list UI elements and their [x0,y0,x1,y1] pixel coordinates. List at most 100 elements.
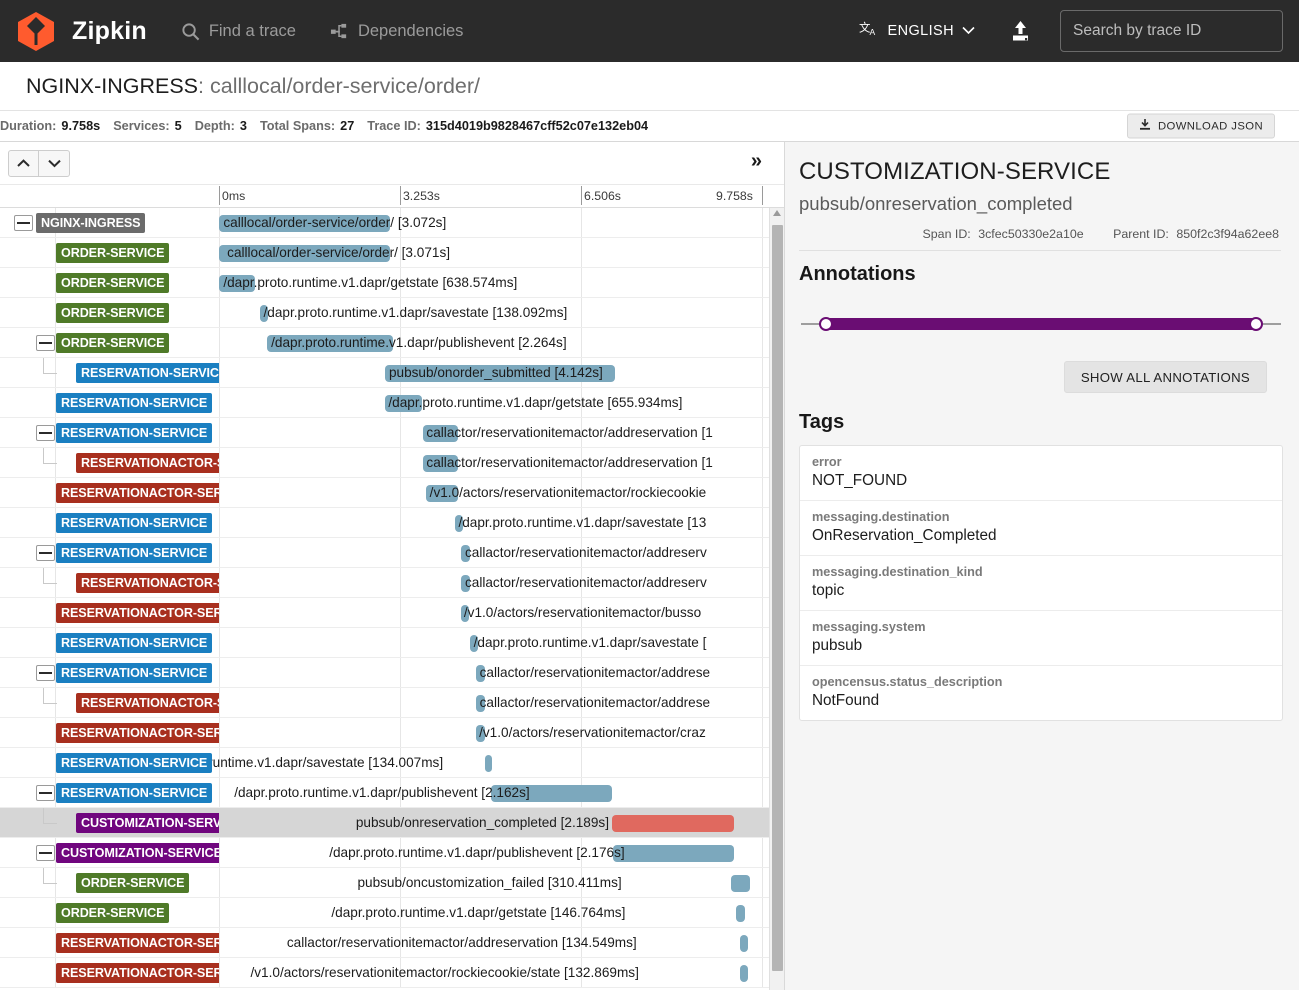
search-icon [181,22,200,41]
annotations-time-slider[interactable] [801,314,1281,334]
span-duration-bar[interactable] [740,965,749,982]
trace-summary-label: Total Spans: [259,119,336,133]
nav-find-a-trace[interactable]: Find a trace [181,22,296,41]
span-row[interactable]: CUSTOMIZATION-SERVICE pubsub/onreservatio… [0,808,770,838]
span-row[interactable]: RESERVATIONACTOR-SERVICE/v1.0/actors/res… [0,598,770,628]
span-service-badge[interactable]: CUSTOMIZATION-SERVICE [56,843,219,863]
span-row[interactable]: ORDER-SERVICE pubsub/oncustomization_fail… [0,868,770,898]
span-service-badge[interactable]: RESERVATIONACTOR-SERVICE [76,453,219,473]
span-duration-bar[interactable] [611,815,734,832]
span-service-badge[interactable]: RESERVATIONACTOR-SERVICE [76,693,219,713]
span-service-badge[interactable]: CUSTOMIZATION-SERVICE [76,813,219,833]
span-row[interactable]: RESERVATIONACTOR-SERVICE callactor/reserv… [0,928,770,958]
zipkin-logo-icon[interactable] [14,9,58,53]
span-tree-cell: RESERVATIONACTOR-SERVICE [0,478,219,508]
span-service-badge[interactable]: RESERVATION-SERVICE [56,663,213,683]
span-name-label: /v1.0/actors/reservationitemactor/craz [479,725,706,740]
span-expander-toggle[interactable] [36,665,55,681]
span-row[interactable]: RESERVATIONACTOR-SERVICE callactor/reserv… [0,448,770,478]
show-all-annotations-button[interactable]: SHOW ALL ANNOTATIONS [1063,361,1267,393]
span-row[interactable]: ORDER-SERVICE/dapr.proto.runtime.v1.dapr… [0,898,770,928]
span-service-badge[interactable]: NGINX-INGRESS [36,213,146,233]
download-json-button[interactable]: DOWNLOAD JSON [1127,113,1275,139]
span-expander-toggle[interactable] [36,335,55,351]
span-duration-bar[interactable] [740,935,749,952]
slider-thumb-end[interactable] [1249,317,1263,331]
expand-all-button[interactable] [8,149,39,177]
span-id-group: Span ID: 3cfec50330e2a10e [910,227,1088,241]
span-row[interactable]: RESERVATIONACTOR-SERVICE/v1.0/actors/res… [0,478,770,508]
span-service-badge[interactable]: RESERVATIONACTOR-SERVICE [56,723,219,743]
span-row[interactable]: ORDER-SERVICE calllocal/order-service/ord… [0,238,770,268]
span-service-badge[interactable]: RESERVATIONACTOR-SERVICE [56,963,219,983]
span-service-badge[interactable]: RESERVATION-SERVICE [56,513,213,533]
span-row[interactable]: RESERVATION-SERVICE pubsub/onorder_submit… [0,358,770,388]
span-name-label: /dapr.proto.runtime.v1.dapr/savestate [1… [458,515,707,530]
span-service-badge[interactable]: RESERVATION-SERVICE [56,543,213,563]
span-row[interactable]: RESERVATIONACTOR-SERVICE callactor/reserv… [0,568,770,598]
download-icon [1139,119,1151,134]
tag-key: opencensus.status_description [812,675,1003,689]
span-service-badge[interactable]: ORDER-SERVICE [56,273,170,293]
span-service-badge[interactable]: RESERVATIONACTOR-SERVICE [56,603,219,623]
annotations-title: Annotations [799,263,916,285]
span-row[interactable]: CUSTOMIZATION-SERVICE/dapr.proto.runtime… [0,838,770,868]
timeline-vertical-scrollbar[interactable] [769,208,784,990]
span-duration-bar[interactable] [735,905,745,922]
brand-title[interactable]: Zipkin [72,17,147,46]
span-service-badge[interactable]: ORDER-SERVICE [56,333,170,353]
span-service-badge[interactable]: ORDER-SERVICE [56,243,170,263]
span-service-badge[interactable]: ORDER-SERVICE [56,303,170,323]
span-service-badge[interactable]: RESERVATION-SERVICE [56,783,213,803]
span-service-badge[interactable]: RESERVATIONACTOR-SERVICE [56,483,219,503]
search-trace-id-input[interactable] [1060,10,1283,52]
span-service-badge[interactable]: RESERVATIONACTOR-SERVICE [76,573,219,593]
trace-summary-item: Trace ID: 315d4019b9828467cff52c07e132eb0… [367,119,648,133]
span-expander-toggle[interactable] [14,215,33,231]
span-name-label: /dapr.proto.runtime.v1.dapr/savestate [1… [263,305,568,320]
scroll-up-arrow-icon[interactable] [773,210,781,216]
span-row[interactable]: RESERVATION-SERVICE/dapr.proto.runtime.v… [0,508,770,538]
span-row[interactable]: RESERVATION-SERVICE callactor/reservation… [0,418,770,448]
span-row[interactable]: RESERVATION-SERVICE callactor/reservation… [0,538,770,568]
span-expander-toggle[interactable] [36,425,55,441]
span-tree-cell: ORDER-SERVICE [0,328,219,358]
span-row[interactable]: ORDER-SERVICE/dapr.proto.runtime.v1.dapr… [0,268,770,298]
span-expander-toggle[interactable] [36,545,55,561]
span-row[interactable]: RESERVATION-SERVICE/dapr.proto.runtime.v… [0,778,770,808]
span-service-badge[interactable]: ORDER-SERVICE [56,903,170,923]
span-row[interactable]: ORDER-SERVICE/dapr.proto.runtime.v1.dapr… [0,328,770,358]
span-row[interactable]: RESERVATION-SERVICE/dapr.proto.runtime.v… [0,388,770,418]
double-chevron-right-icon[interactable]: » [751,151,762,171]
upload-icon[interactable] [1007,18,1034,45]
span-service-badge[interactable]: RESERVATIONACTOR-SERVICE [56,933,219,953]
span-service-badge[interactable]: RESERVATION-SERVICE [56,633,213,653]
span-expander-toggle[interactable] [36,785,55,801]
collapse-all-button[interactable] [39,149,70,177]
span-row[interactable]: RESERVATION-SERVICE/dapr.proto.runtime.v… [0,628,770,658]
span-duration-bar[interactable] [731,875,750,892]
trace-header: NGINX-INGRESS: calllocal/order-service/o… [0,62,1299,99]
span-duration-bar[interactable] [612,845,735,862]
slider-thumb-start[interactable] [819,317,833,331]
span-service-badge[interactable]: RESERVATION-SERVICE [76,363,219,383]
span-row[interactable]: ORDER-SERVICE/dapr.proto.runtime.v1.dapr… [0,298,770,328]
language-selector[interactable]: 文 A ENGLISH [855,14,979,49]
chevron-down-icon [962,23,975,39]
span-row[interactable]: NGINX-INGRESS calllocal/order-service/ord… [0,208,770,238]
span-duration-bar[interactable] [484,755,493,772]
span-expander-toggle[interactable] [36,845,55,861]
span-row[interactable]: RESERVATIONACTOR-SERVICE/v1.0/actors/res… [0,958,770,988]
nav-dependencies[interactable]: Dependencies [330,22,463,41]
span-service-badge[interactable]: RESERVATION-SERVICE [56,393,213,413]
span-row[interactable]: RESERVATION-SERVICE callactor/reservation… [0,658,770,688]
scrollbar-thumb[interactable] [772,225,783,971]
tag-row: messaging.destination_kind topic [800,556,1282,611]
span-service-badge[interactable]: RESERVATION-SERVICE [56,753,213,773]
span-service-badge[interactable]: RESERVATION-SERVICE [56,423,213,443]
span-row[interactable]: RESERVATIONACTOR-SERVICE callactor/reserv… [0,688,770,718]
span-row[interactable]: RESERVATION-SERVICE runtime.v1.dapr/saves… [0,748,770,778]
span-row[interactable]: RESERVATIONACTOR-SERVICE/v1.0/actors/res… [0,718,770,748]
span-service-badge[interactable]: ORDER-SERVICE [76,873,190,893]
chevron-up-icon [17,158,30,167]
